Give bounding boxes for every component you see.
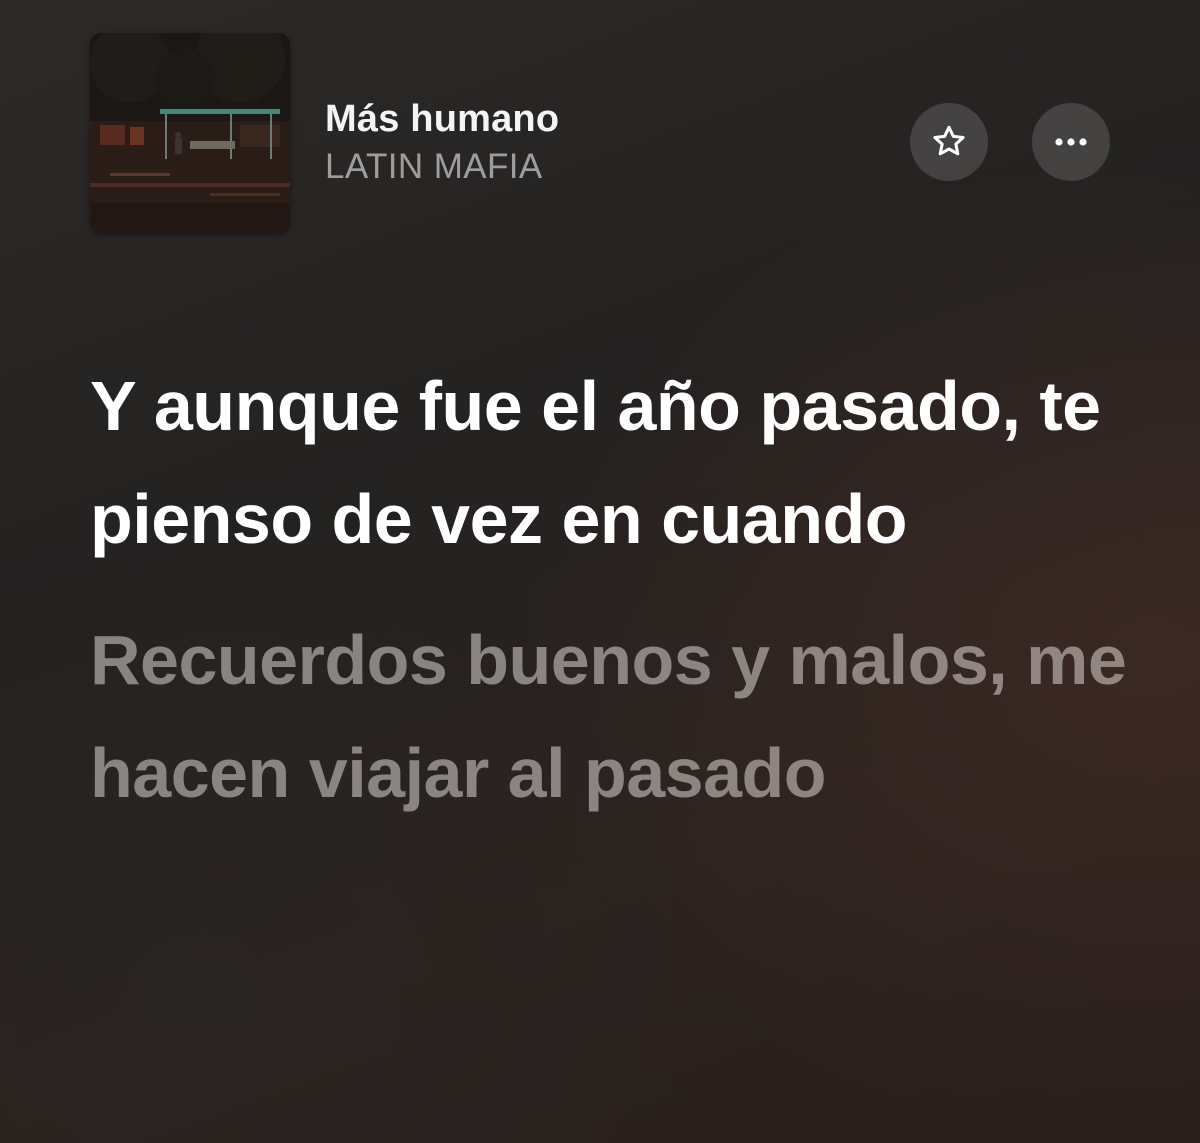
song-title: Más humano: [325, 98, 560, 140]
ellipsis-icon: [1055, 138, 1087, 146]
album-artwork[interactable]: [90, 33, 290, 233]
lyric-line-current[interactable]: Y aunque fue el año pasado, te pienso de…: [90, 350, 1150, 576]
now-playing-header: Más humano LATIN MAFIA: [0, 0, 1200, 260]
star-icon: [933, 125, 965, 156]
song-info[interactable]: Más humano LATIN MAFIA: [325, 96, 559, 190]
lyric-line-next[interactable]: Recuerdos buenos y malos, me hacen viaja…: [90, 604, 1150, 830]
album-artwork-image: [90, 33, 290, 233]
lyrics-view[interactable]: Y aunque fue el año pasado, te pienso de…: [90, 350, 1150, 830]
artist-name[interactable]: LATIN MAFIA: [325, 144, 559, 190]
favorite-button[interactable]: [910, 103, 988, 181]
more-options-button[interactable]: [1032, 103, 1110, 181]
